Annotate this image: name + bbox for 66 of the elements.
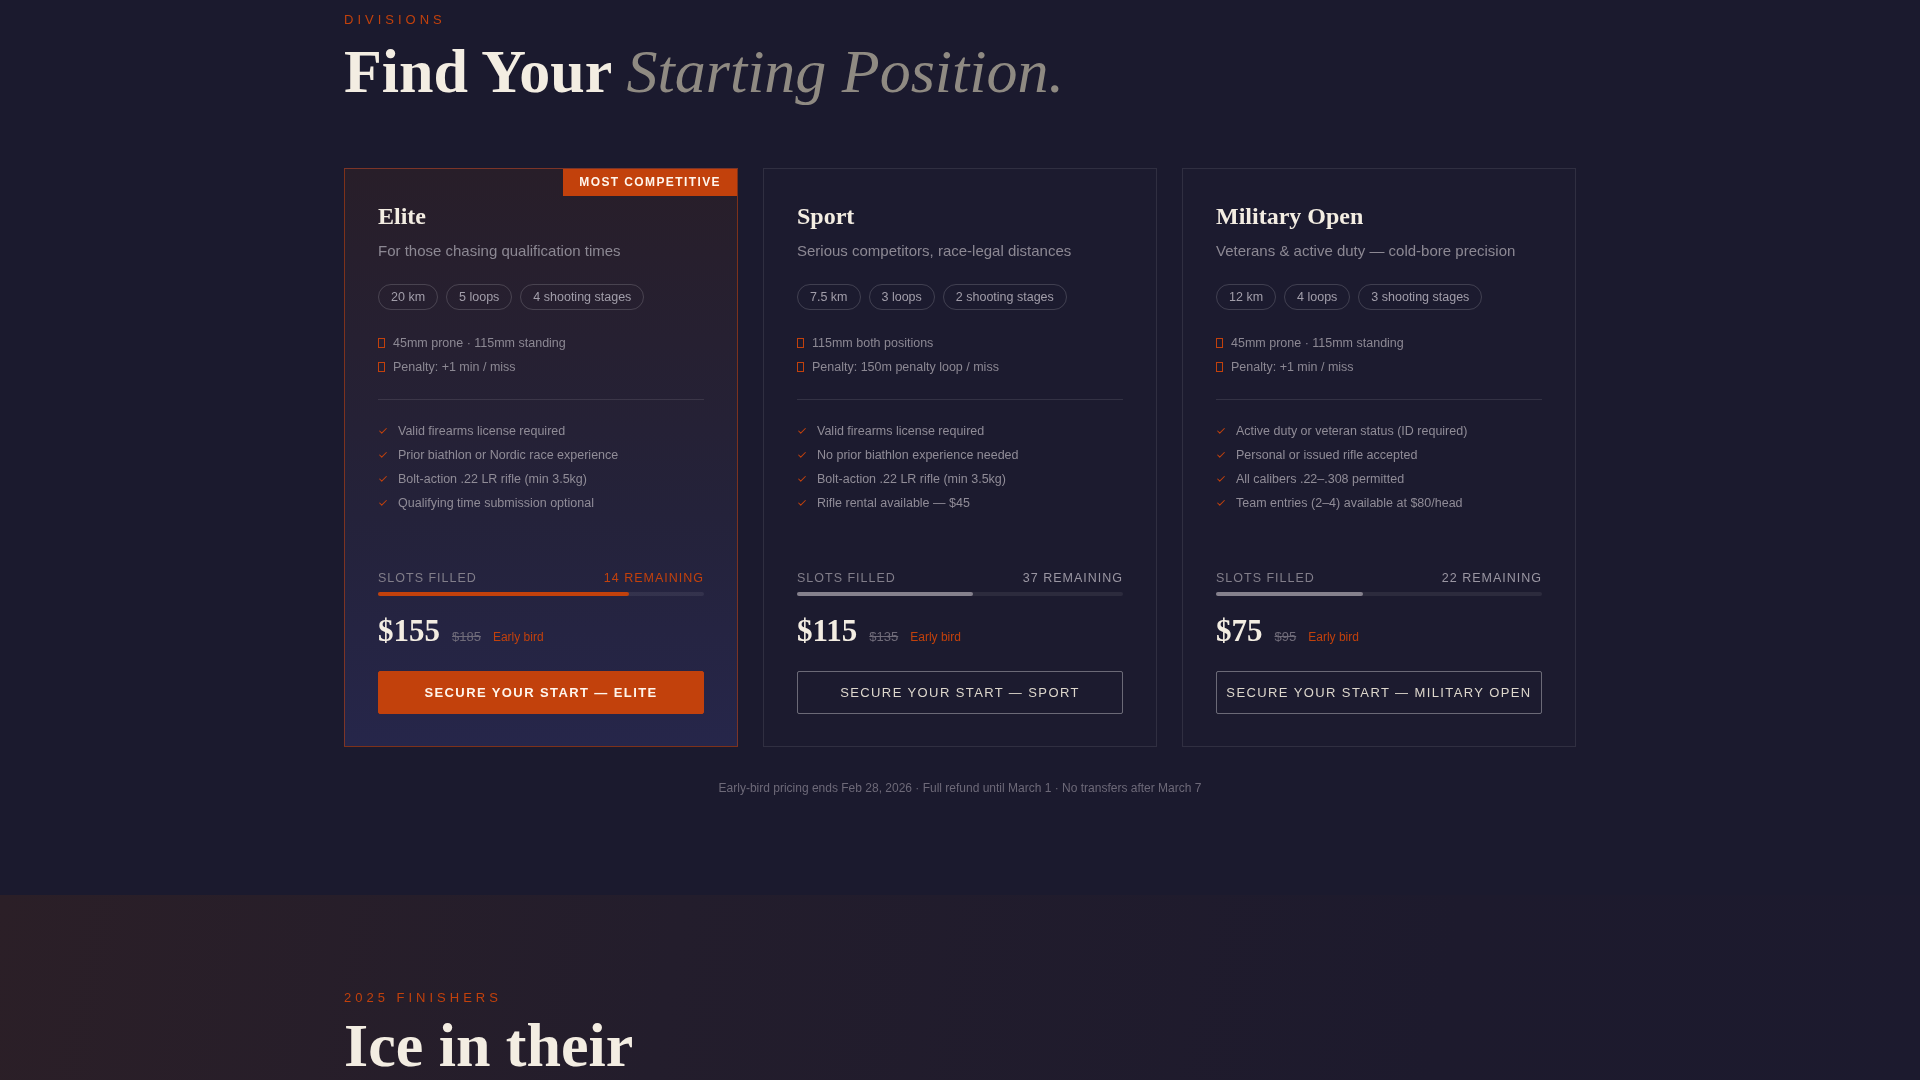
price-note: Early bird bbox=[910, 630, 961, 644]
price: $155 bbox=[378, 613, 440, 649]
price-note: Early bird bbox=[1308, 630, 1359, 644]
spec-text: 115mm both positions bbox=[812, 335, 934, 351]
slots-label: SLOTS FILLED bbox=[1216, 570, 1315, 586]
check-icon bbox=[1216, 450, 1226, 460]
division-title: Elite bbox=[378, 202, 427, 231]
requirement-text: Bolt-action .22 LR rifle (min 3.5kg) bbox=[817, 471, 1006, 487]
spec-text: 45mm prone · 115mm standing bbox=[393, 335, 566, 351]
spec-text: Penalty: 150m penalty loop / miss bbox=[812, 359, 999, 375]
slots-remaining: 37 REMAINING bbox=[1022, 570, 1123, 586]
price-note: Early bird bbox=[492, 630, 544, 644]
section-heading: Find Your Starting Position. bbox=[344, 36, 1066, 106]
square-outline-icon bbox=[797, 362, 804, 372]
old-price: $185 bbox=[452, 629, 481, 644]
slots-remaining: 14 REMAINING bbox=[603, 570, 704, 586]
check-icon bbox=[1216, 498, 1226, 508]
division-tagline: For those chasing qualification times bbox=[378, 242, 622, 260]
secure-start-button[interactable]: SECURE YOUR START — MILITARY OPEN bbox=[1216, 671, 1542, 714]
square-outline-icon bbox=[378, 338, 385, 348]
check-icon bbox=[378, 474, 388, 484]
requirement-text: Rifle rental available — $45 bbox=[817, 495, 970, 511]
requirement-text: Personal or issued rifle accepted bbox=[1236, 447, 1418, 463]
check-icon bbox=[1216, 474, 1226, 484]
requirement-text: All calibers .22–.308 permitted bbox=[1236, 471, 1405, 487]
check-icon bbox=[797, 474, 807, 484]
division-tagline: Serious competitors, race-legal distances bbox=[797, 242, 1073, 260]
check-icon bbox=[378, 426, 388, 436]
price: $75 bbox=[1216, 613, 1263, 649]
requirement-text: Valid firearms license required bbox=[398, 423, 566, 439]
check-icon bbox=[378, 450, 388, 460]
check-icon bbox=[378, 498, 388, 508]
section-heading: Ice in their bbox=[344, 1014, 635, 1076]
section-eyebrow: DIVISIONS bbox=[344, 12, 447, 28]
spec-text: 45mm prone · 115mm standing bbox=[1231, 335, 1404, 351]
check-icon bbox=[797, 450, 807, 460]
division-badge: MOST COMPETITIVE bbox=[563, 169, 737, 196]
spec-text: Penalty: +1 min / miss bbox=[393, 359, 516, 375]
requirement-text: Prior biathlon or Nordic race experience bbox=[398, 447, 619, 463]
division-tagline: Veterans & active duty — cold-bore precision bbox=[1216, 242, 1517, 260]
check-icon bbox=[1216, 426, 1226, 436]
old-price: $95 bbox=[1274, 629, 1297, 644]
requirement-text: Active duty or veteran status (ID required) bbox=[1236, 423, 1468, 439]
check-icon bbox=[797, 498, 807, 508]
requirement-text: Qualifying time submission optional bbox=[398, 495, 594, 511]
spec-text: Penalty: +1 min / miss bbox=[1231, 359, 1354, 375]
price: $115 bbox=[797, 613, 858, 649]
square-outline-icon bbox=[378, 362, 385, 372]
requirement-text: Team entries (2–4) available at $80/head bbox=[1236, 495, 1463, 511]
slots-label: SLOTS FILLED bbox=[797, 570, 896, 586]
secure-start-button[interactable]: SECURE YOUR START — ELITE bbox=[378, 671, 704, 714]
pricing-footnote: Early-bird pricing ends Feb 28, 2026 · Full refund until March 1 · No transfers after March 7 bbox=[717, 780, 1203, 796]
slots-label: SLOTS FILLED bbox=[378, 570, 477, 586]
section-eyebrow: 2025 FINISHERS bbox=[344, 990, 503, 1006]
old-price: $135 bbox=[869, 629, 899, 644]
requirement-text: No prior biathlon experience needed bbox=[817, 447, 1019, 463]
square-outline-icon bbox=[1216, 338, 1223, 348]
division-title: Military Open bbox=[1216, 202, 1365, 231]
requirement-text: Bolt-action .22 LR rifle (min 3.5kg) bbox=[398, 471, 587, 487]
square-outline-icon bbox=[797, 338, 804, 348]
check-icon bbox=[797, 426, 807, 436]
square-outline-icon bbox=[1216, 362, 1223, 372]
requirement-text: Valid firearms license required bbox=[817, 423, 985, 439]
secure-start-button[interactable]: SECURE YOUR START — SPORT bbox=[797, 671, 1123, 714]
slots-remaining: 22 REMAINING bbox=[1441, 570, 1542, 586]
division-title: Sport bbox=[797, 202, 856, 231]
